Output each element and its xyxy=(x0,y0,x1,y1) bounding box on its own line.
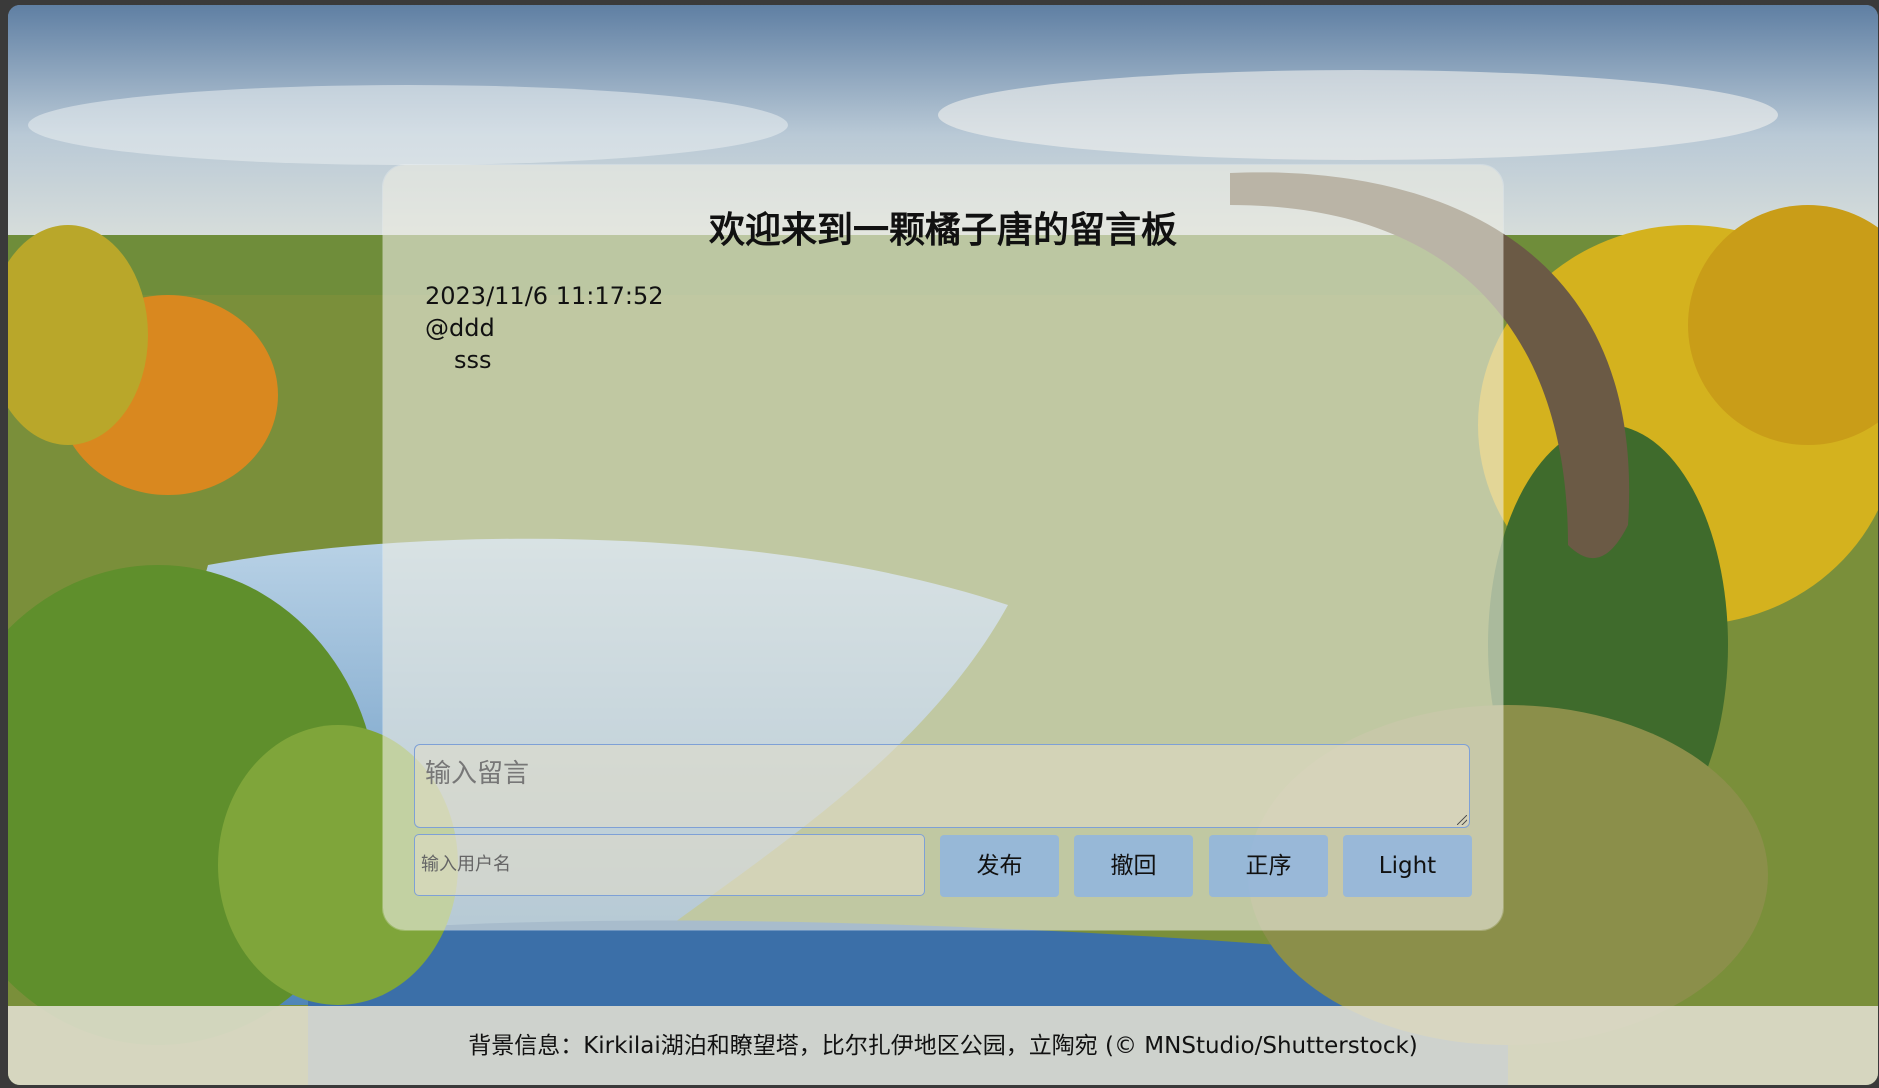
message-item: 2023/11/6 11:17:52 @ddd sss xyxy=(425,280,663,376)
page-title: 欢迎来到一颗橘子唐的留言板 xyxy=(708,210,1177,251)
message-time: 2023/11/6 11:17:52 xyxy=(425,282,664,310)
message-board-panel: 欢迎来到一颗橘子唐的留言板 2023/11/6 11:17:52 @ddd ss… xyxy=(383,165,1503,930)
browser-viewport: 欢迎来到一颗橘子唐的留言板 2023/11/6 11:17:52 @ddd ss… xyxy=(8,5,1878,1085)
username-input[interactable]: 输入用户名 xyxy=(414,834,925,896)
message-textarea-placeholder: 输入留言 xyxy=(425,759,530,789)
publish-button[interactable]: 发布 xyxy=(940,835,1059,897)
username-input-placeholder: 输入用户名 xyxy=(421,854,511,875)
message-content: sss xyxy=(454,346,492,374)
message-textarea[interactable]: 输入留言 xyxy=(414,744,1470,828)
order-toggle-button[interactable]: 正序 xyxy=(1209,835,1328,897)
background-info-footer: 背景信息：Kirkilai湖泊和瞭望塔，比尔扎伊地区公园，立陶宛 (© MNSt… xyxy=(8,1006,1878,1085)
withdraw-button[interactable]: 撤回 xyxy=(1074,835,1193,897)
message-user: @ddd xyxy=(425,314,495,342)
resize-grip-icon[interactable] xyxy=(1457,815,1467,825)
theme-toggle-button[interactable]: Light xyxy=(1343,835,1472,897)
